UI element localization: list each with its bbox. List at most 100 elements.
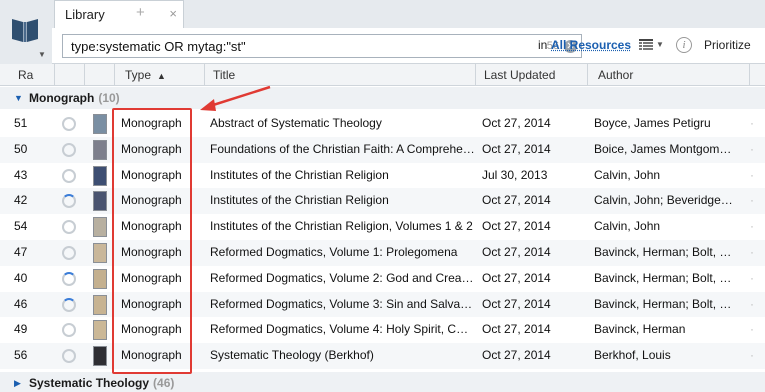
title-cell[interactable]: Abstract of Systematic Theology	[210, 111, 474, 137]
download-status-icon	[62, 245, 76, 260]
overflow-cell: ·	[750, 270, 754, 285]
book-cover-thumbnail	[93, 139, 107, 160]
tab-strip: Library × +	[52, 0, 765, 28]
group-header-systematic-theology[interactable]: ▶ Systematic Theology (46)	[0, 372, 765, 392]
close-icon[interactable]: ×	[169, 6, 177, 21]
rating-cell: 56	[14, 348, 28, 363]
search-query: type:systematic OR mytag:"st"	[71, 39, 246, 54]
updated-cell: Oct 27, 2014	[482, 219, 551, 234]
column-status[interactable]	[55, 64, 85, 86]
title-cell[interactable]: Systematic Theology (Berkhof)	[210, 343, 474, 369]
rating-cell: 40	[14, 270, 28, 285]
tab-label: Library	[65, 7, 105, 22]
sort-ascending-icon: ▲	[157, 71, 166, 81]
rating-cell: 42	[14, 193, 28, 208]
scope-prefix: in	[538, 38, 548, 52]
updated-cell: Oct 27, 2014	[482, 270, 551, 285]
updated-cell: Oct 27, 2014	[482, 296, 551, 311]
updated-cell: Oct 27, 2014	[482, 193, 551, 208]
book-cover-thumbnail	[93, 294, 107, 315]
overflow-cell: ·	[750, 116, 754, 130]
logo-dropdown-icon: ▼	[38, 50, 46, 59]
column-type-label: Type	[125, 68, 152, 82]
overflow-cell: ·	[750, 141, 754, 156]
download-status-icon	[62, 194, 76, 209]
rating-cell: 49	[14, 322, 28, 337]
download-status-icon	[62, 349, 76, 364]
book-cover-thumbnail	[93, 268, 107, 289]
updated-cell: Oct 27, 2014	[482, 244, 551, 259]
download-status-icon	[62, 297, 76, 312]
column-title[interactable]: Title	[205, 64, 476, 86]
updated-cell: Oct 27, 2014	[482, 322, 551, 337]
column-last-updated[interactable]: Last Updated	[476, 64, 588, 86]
app-bar: ▼ Library × + type:systematic OR mytag:"…	[0, 0, 765, 64]
updated-cell: Oct 27, 2014	[482, 116, 551, 130]
group-label: Monograph (10)	[29, 91, 120, 105]
author-cell: Boyce, James Petigru	[594, 116, 711, 130]
title-cell[interactable]: Reformed Dogmatics, Volume 2: God and Cr…	[210, 266, 474, 292]
overflow-cell: ·	[750, 167, 754, 182]
column-overflow[interactable]	[750, 64, 765, 86]
title-cell[interactable]: Institutes of the Christian Religion, Vo…	[210, 214, 474, 240]
toolbar: type:systematic OR mytag:"st" 56 ✕ in Al…	[52, 28, 765, 64]
library-logo-button[interactable]: ▼	[0, 0, 52, 64]
author-cell: Bavinck, Herman; Bolt, …	[594, 296, 732, 311]
column-cover[interactable]	[85, 64, 115, 86]
book-cover-thumbnail	[93, 191, 107, 212]
rating-cell: 46	[14, 296, 28, 311]
book-cover-thumbnail	[93, 165, 107, 186]
new-tab-button[interactable]: +	[136, 4, 145, 21]
column-type[interactable]: Type ▲	[115, 64, 205, 86]
search-input[interactable]: type:systematic OR mytag:"st" 56 ✕	[62, 34, 582, 58]
overflow-cell: ·	[750, 219, 754, 234]
author-cell: Calvin, John; Beveridge…	[594, 193, 733, 208]
overflow-cell: ·	[750, 322, 754, 337]
download-status-icon	[62, 323, 76, 338]
column-rating[interactable]: Ra	[0, 64, 55, 86]
overflow-cell: ·	[750, 296, 754, 311]
overflow-cell: ·	[750, 348, 754, 363]
download-status-icon	[62, 117, 76, 131]
rating-cell: 43	[14, 167, 28, 182]
prioritize-button[interactable]: Prioritize	[704, 38, 751, 52]
book-cover-thumbnail	[93, 217, 107, 238]
overflow-cell: ·	[750, 244, 754, 259]
title-cell[interactable]: Institutes of the Christian Religion	[210, 188, 474, 214]
annotation-arrow-icon	[200, 85, 271, 111]
title-cell[interactable]: Reformed Dogmatics, Volume 4: Holy Spiri…	[210, 317, 474, 343]
rating-cell: 54	[14, 219, 28, 234]
download-status-icon	[62, 142, 76, 157]
collapse-caret-icon[interactable]: ▶	[14, 378, 21, 389]
title-cell[interactable]: Reformed Dogmatics, Volume 3: Sin and Sa…	[210, 292, 474, 318]
info-icon[interactable]: i	[676, 37, 692, 53]
column-author[interactable]: Author	[588, 64, 750, 86]
group-header-monograph[interactable]: ▼ Monograph (10)	[0, 87, 765, 109]
title-cell[interactable]: Foundations of the Christian Faith: A Co…	[210, 137, 474, 163]
updated-cell: Oct 27, 2014	[482, 348, 551, 363]
download-status-icon	[62, 271, 76, 286]
column-header-row: Ra Type ▲ Title Last Updated Author	[0, 64, 765, 86]
author-cell: Bavinck, Herman	[594, 322, 686, 337]
open-book-icon	[12, 19, 38, 42]
download-status-icon	[62, 220, 76, 235]
updated-cell: Jul 30, 2013	[482, 167, 548, 182]
title-cell[interactable]: Reformed Dogmatics, Volume 1: Prolegomen…	[210, 240, 474, 266]
author-cell: Bavinck, Herman; Bolt, …	[594, 244, 732, 259]
author-cell: Calvin, John	[594, 219, 661, 234]
title-cell[interactable]: Institutes of the Christian Religion	[210, 163, 474, 189]
columns-grid-icon[interactable]	[639, 39, 653, 51]
overflow-cell: ·	[750, 193, 754, 208]
updated-cell: Oct 27, 2014	[482, 141, 551, 156]
chevron-down-icon[interactable]: ▼	[656, 40, 664, 49]
book-cover-thumbnail	[93, 320, 107, 341]
author-cell: Calvin, John	[594, 167, 661, 182]
book-cover-thumbnail	[93, 346, 107, 367]
expand-caret-icon[interactable]: ▼	[14, 93, 23, 103]
book-cover-thumbnail	[93, 242, 107, 263]
book-cover-thumbnail	[93, 114, 107, 134]
scope-link[interactable]: All Resources	[551, 38, 631, 52]
tab-library[interactable]: Library ×	[54, 0, 184, 28]
annotation-highlight-box	[112, 108, 192, 374]
rating-cell: 50	[14, 141, 28, 156]
